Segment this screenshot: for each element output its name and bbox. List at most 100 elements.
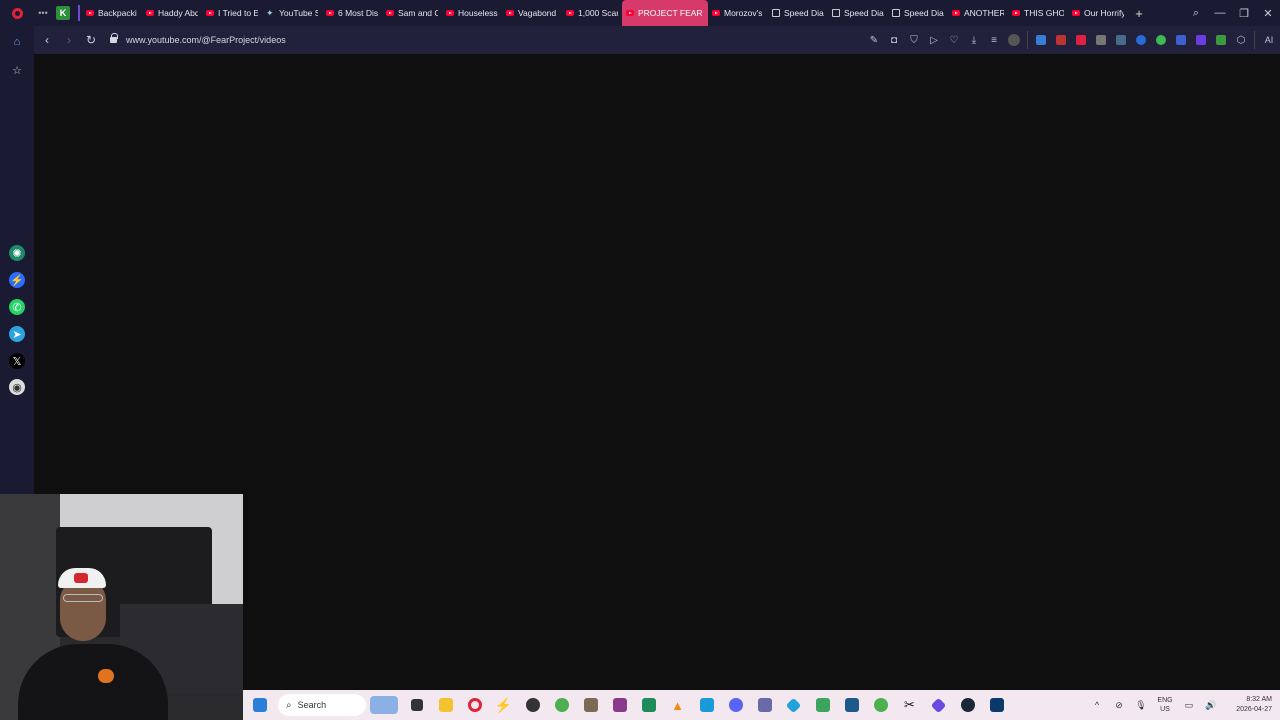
vlc-icon[interactable]: ▲ [663, 690, 692, 720]
tab[interactable]: Sam and C [382, 0, 442, 26]
microphone-icon[interactable]: 🎙 [1130, 700, 1152, 711]
shield-icon[interactable]: ⛉ [904, 26, 924, 54]
search-highlight-icon[interactable] [370, 696, 398, 714]
language-indicator[interactable]: ENG US [1152, 696, 1178, 714]
telegram-icon[interactable]: ➤ [9, 326, 25, 342]
file-explorer-icon[interactable] [431, 690, 460, 720]
capcut-icon[interactable]: ✂ [895, 690, 924, 720]
whatsapp-icon[interactable]: ✆ [9, 299, 25, 315]
network-icon[interactable]: ⊘ [1108, 700, 1130, 711]
lightning-app-icon[interactable]: ⚡ [489, 690, 518, 720]
grid-app-icon[interactable] [750, 690, 779, 720]
play-icon[interactable]: ▷ [924, 26, 944, 54]
tab[interactable]: Vagabond [502, 0, 562, 26]
green-app-icon[interactable] [547, 690, 576, 720]
winrar-icon[interactable] [605, 690, 634, 720]
kodi-icon[interactable] [779, 690, 808, 720]
search-tabs-icon[interactable]: ⌕ [1184, 7, 1208, 20]
x-icon[interactable]: 𝕏 [9, 353, 25, 369]
steam-icon[interactable] [953, 690, 982, 720]
tab-menu-icon[interactable]: ••• [34, 0, 52, 26]
url-text: www.youtube.com/@FearProject/videos [126, 35, 286, 45]
purple-app-icon[interactable] [924, 690, 953, 720]
snapshot-icon[interactable]: ◘ [884, 26, 904, 54]
volume-icon[interactable]: 🔊 [1200, 700, 1222, 711]
tab-label: I Tried to E [218, 8, 258, 18]
player-icon[interactable]: ◉ [9, 379, 25, 395]
android-app-icon[interactable] [808, 690, 837, 720]
chatgpt-icon[interactable]: ✺ [9, 245, 25, 261]
extension-green-icon[interactable] [1211, 26, 1231, 54]
minimize-button[interactable]: — [1208, 7, 1232, 19]
messenger-icon[interactable]: ⚡ [9, 272, 25, 288]
gimp-icon[interactable] [576, 690, 605, 720]
tab-label: THIS GHOS [1024, 8, 1064, 18]
extensions-icon[interactable]: ⬡ [1231, 26, 1251, 54]
tab[interactable]: ANOTHER [948, 0, 1008, 26]
ai-button[interactable]: AI [1258, 26, 1280, 54]
youtube-favicon-icon [626, 10, 634, 16]
restore-button[interactable]: ❐ [1232, 7, 1256, 20]
task-view-icon[interactable] [402, 690, 431, 720]
url-field[interactable]: www.youtube.com/@FearProject/videos [110, 33, 286, 45]
reload-icon[interactable]: ↻ [80, 26, 102, 54]
menu-icon[interactable]: ≡ [984, 26, 1004, 54]
edit-icon[interactable]: ✎ [864, 26, 884, 54]
opera-menu-button[interactable] [0, 0, 34, 26]
tab[interactable]: 6 Most Dist [322, 0, 382, 26]
tab[interactable]: Haddy Abd [142, 0, 202, 26]
blue-app-icon[interactable] [692, 690, 721, 720]
youtube-favicon-icon [386, 10, 394, 16]
obs-icon[interactable] [518, 690, 547, 720]
discord-icon[interactable] [721, 690, 750, 720]
tab-active[interactable]: PROJECT FEAR - Yo [622, 0, 708, 26]
tray-overflow-icon[interactable]: ^ [1086, 700, 1108, 710]
extension-wave-icon[interactable] [1171, 26, 1191, 54]
forward-icon[interactable]: › [58, 26, 80, 54]
extension-blue-icon[interactable] [1031, 26, 1051, 54]
windows-start-icon[interactable] [245, 690, 274, 720]
extension-purple-icon[interactable] [1191, 26, 1211, 54]
extension-chrome-icon[interactable] [1151, 26, 1171, 54]
display-icon[interactable]: ▭ [1178, 700, 1200, 711]
pinned-tab-k[interactable]: K [56, 6, 70, 20]
tab[interactable]: Morozov's [708, 0, 768, 26]
heart-icon[interactable]: ♡ [944, 26, 964, 54]
tab[interactable]: ✦ YouTube St [262, 0, 322, 26]
film-app-icon[interactable] [634, 690, 663, 720]
clock[interactable]: 8:32 AM 2026-04-27 [1222, 695, 1272, 715]
bookmarks-icon[interactable]: ☆ [9, 62, 25, 78]
dark-blue-app-icon[interactable] [837, 690, 866, 720]
taskbar-search[interactable]: ⌕ Search [278, 694, 366, 716]
tab[interactable]: Houseless [442, 0, 502, 26]
tab[interactable]: Our Horrify [1068, 0, 1128, 26]
close-button[interactable]: ✕ [1256, 7, 1280, 20]
new-tab-button[interactable]: + [1128, 0, 1150, 26]
tab[interactable]: Speed Dial [888, 0, 948, 26]
back-icon[interactable]: ‹ [36, 26, 58, 54]
tab-label: Haddy Abd [158, 8, 198, 18]
vpn-icon[interactable] [1004, 26, 1024, 54]
tab[interactable]: THIS GHOS [1008, 0, 1068, 26]
extension-circle-icon[interactable] [1131, 26, 1151, 54]
opera-taskbar-icon[interactable] [460, 690, 489, 720]
tab[interactable]: Backpacki [82, 0, 142, 26]
tab-strip: Backpacki Haddy Abd I Tried to E ✦ YouTube S… [82, 0, 1128, 26]
extension-puzzle-icon[interactable] [1111, 26, 1131, 54]
extension-gray-icon[interactable] [1091, 26, 1111, 54]
star-favicon-icon: ✦ [266, 7, 274, 18]
download-icon[interactable]: ⤓ [964, 26, 984, 54]
tab-label: Houseless [458, 8, 498, 18]
home-icon[interactable]: ⌂ [9, 34, 25, 50]
tab[interactable]: Speed Dial [768, 0, 828, 26]
extension-calendar-icon[interactable] [1051, 26, 1071, 54]
extension-red-icon[interactable] [1071, 26, 1091, 54]
tab[interactable]: I Tried to E [202, 0, 262, 26]
taskbar-search-label: Search [297, 700, 327, 710]
tab[interactable]: Speed Dial [828, 0, 888, 26]
youtube-favicon-icon [506, 10, 514, 16]
photoshop-icon[interactable] [982, 690, 1011, 720]
utorrent-icon[interactable] [866, 690, 895, 720]
lock-icon [110, 33, 118, 43]
tab[interactable]: 1,000 Scari [562, 0, 622, 26]
